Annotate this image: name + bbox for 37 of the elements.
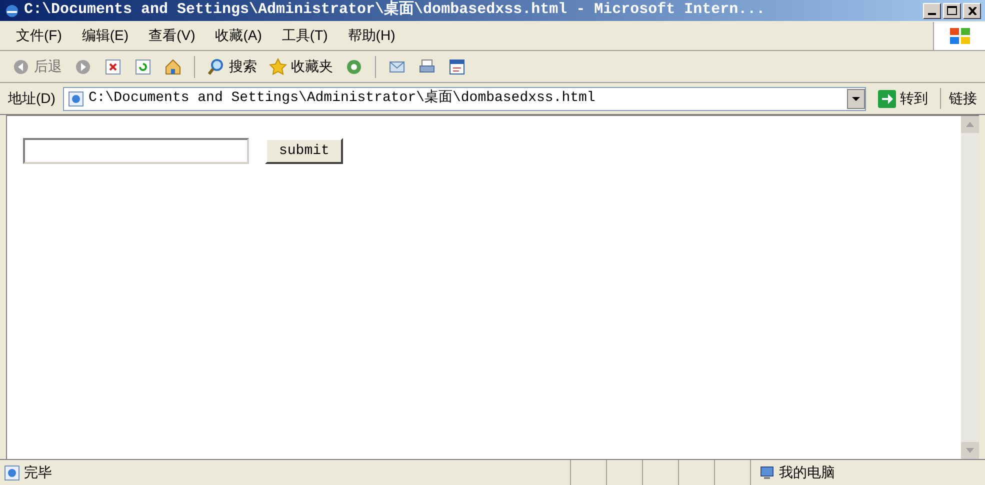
star-icon xyxy=(269,58,287,76)
close-button[interactable] xyxy=(963,2,981,18)
caret-icon xyxy=(852,96,860,100)
menu-item[interactable]: 工具(T) xyxy=(274,25,336,46)
menu-item[interactable]: 编辑(E) xyxy=(74,25,137,46)
links-button[interactable]: 链接 xyxy=(940,88,977,109)
maximize-icon xyxy=(947,6,957,15)
close-icon xyxy=(968,6,976,14)
edit-icon xyxy=(448,58,466,76)
page-icon xyxy=(68,90,84,106)
zone-text: 我的电脑 xyxy=(779,463,835,482)
menu-item[interactable]: 帮助(H) xyxy=(340,25,404,46)
address-field[interactable]: C:\Documents and Settings\Administrator\桌面\dombasedxss.html xyxy=(63,86,866,110)
status-text: 完毕 xyxy=(24,463,52,482)
address-label: 地址(D) xyxy=(8,89,56,108)
refresh-icon xyxy=(134,58,152,76)
computer-icon xyxy=(759,464,775,480)
stop-icon xyxy=(104,58,122,76)
menu-item[interactable]: 查看(V) xyxy=(140,25,204,46)
maximize-button[interactable] xyxy=(943,2,961,18)
home-icon xyxy=(164,58,182,76)
media-icon xyxy=(345,58,363,76)
menu-item[interactable]: 文件(F) xyxy=(8,25,70,46)
minimize-button[interactable] xyxy=(923,2,941,18)
text-input[interactable] xyxy=(23,138,249,164)
favorites-button[interactable]: 收藏夹 xyxy=(265,54,337,80)
windows-flag-icon xyxy=(948,26,970,46)
page-icon xyxy=(4,464,20,480)
menu-item[interactable]: 收藏(A) xyxy=(207,25,270,46)
printer-icon xyxy=(418,58,436,76)
go-button[interactable]: 转到 xyxy=(874,88,932,109)
search-button[interactable]: 搜索 xyxy=(203,54,261,80)
submit-button[interactable]: submit xyxy=(265,138,344,164)
window-title: C:\Documents and Settings\Administrator\桌面\dombasedxss.html - Microsoft Intern... xyxy=(24,0,766,20)
search-icon xyxy=(207,58,225,76)
dropdown-button[interactable] xyxy=(847,88,865,108)
minimize-icon xyxy=(928,12,936,14)
